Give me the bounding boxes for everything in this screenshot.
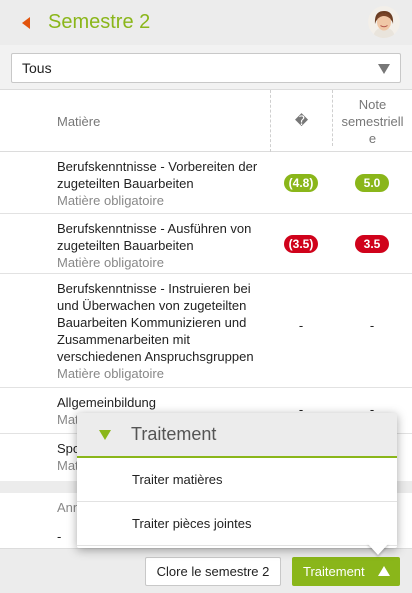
menu-title: Traitement [131,424,217,444]
traitement-button-label: Traitement [303,564,365,579]
menu-pointer [367,543,389,555]
filter-select-value: Tous [22,60,52,76]
note-badge: 3.5 [355,235,389,253]
grade-cell: (3.5) [270,235,332,253]
column-header-note: Note semestriell e [332,90,412,146]
subject-cell: Berufskenntnisse - Instruieren bei und Ü… [57,280,269,382]
menu-item-traiter-pieces-jointes[interactable]: Traiter pièces jointes [77,502,397,546]
table-row[interactable]: Berufskenntnisse - Vorbereiten der zuget… [0,152,412,214]
note-cell: 5.0 [332,174,412,192]
subject-type: Matière obligatoire [57,193,164,208]
traitement-button[interactable]: Traitement [292,557,400,586]
page-title: Semestre 2 [48,11,151,33]
subject-type: Matière obligatoire [57,255,164,270]
menu-item-traiter-matieres[interactable]: Traiter matières [77,458,397,502]
action-footer: Clore le semestre 2 Traitement [0,548,412,593]
subject-name: Berufskenntnisse - Ausführen von zugetei… [57,221,252,253]
close-semester-button[interactable]: Clore le semestre 2 [145,557,281,586]
subject-name: Berufskenntnisse - Vorbereiten der zuget… [57,159,258,191]
grade-badge: (3.5) [283,235,319,253]
triangle-up-icon [378,566,390,576]
note-badge: 5.0 [355,174,389,192]
user-avatar-icon [368,6,400,38]
subject-name: Allgemeinbildung [57,395,157,410]
filter-bar: Tous [0,45,412,90]
table-header: Matière � Note semestriell e [0,90,412,152]
dropdown-caret-icon [378,64,390,74]
column-header-subject: Matière [57,114,101,129]
subject-name: Berufskenntnisse - Instruieren bei und Ü… [57,281,254,364]
filter-select[interactable]: Tous [11,53,401,83]
annotations-value: - [57,529,62,544]
menu-header[interactable]: Traitement [77,413,397,458]
grade-cell: (4.8) [270,174,332,192]
grade-badge: (4.8) [283,174,319,192]
column-header-grade: � [270,90,332,152]
table-row[interactable]: Berufskenntnisse - Ausführen von zugetei… [0,214,412,274]
grade-cell: - [270,318,332,333]
note-cell: - [332,318,412,333]
traitement-menu: Traitement Traiter matières Traiter pièc… [77,413,397,555]
subject-cell: Berufskenntnisse - Ausführen von zugetei… [57,220,269,271]
note-cell: 3.5 [332,235,412,253]
table-row[interactable]: Berufskenntnisse - Instruieren bei und Ü… [0,274,412,388]
triangle-down-icon [99,429,111,440]
back-arrow-icon[interactable] [22,16,30,29]
avatar[interactable] [368,6,400,38]
subject-type: Matière obligatoire [57,366,164,381]
subject-cell: Berufskenntnisse - Vorbereiten der zuget… [57,158,269,209]
note-value: - [369,318,375,333]
app-header: Semestre 2 [0,0,412,45]
grade-value: - [298,318,304,333]
